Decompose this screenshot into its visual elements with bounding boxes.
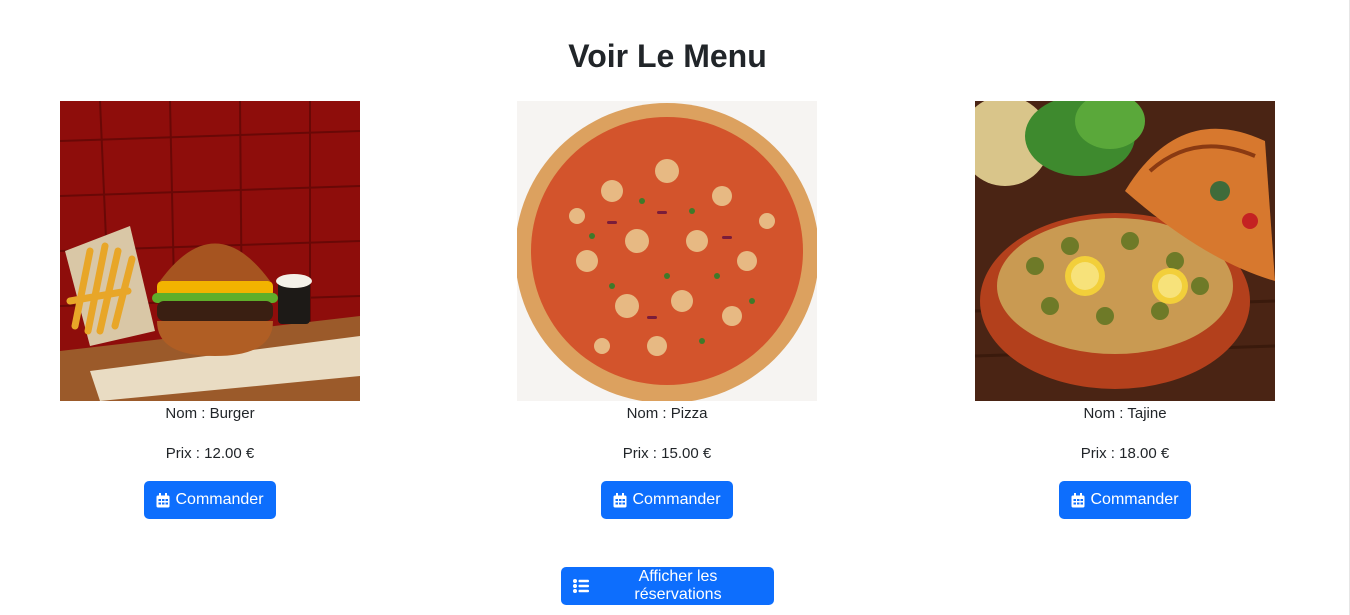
order-button-tajine[interactable]: Commander xyxy=(1059,481,1191,519)
calendar-icon xyxy=(613,492,627,508)
menu-card-burger: Nom : Burger Prix : 12.00 € Commander xyxy=(60,101,360,519)
dish-name: Nom : Tajine xyxy=(1083,405,1167,422)
order-button-label: Commander xyxy=(1090,491,1179,508)
dish-name: Nom : Burger xyxy=(165,405,255,422)
show-reservations-button[interactable]: Afficher les réservations xyxy=(561,567,774,605)
dish-price: Prix : 18.00 € xyxy=(1080,445,1170,462)
menu-card-tajine: Nom : Tajine Prix : 18.00 € Commander xyxy=(975,101,1275,519)
dish-price: Prix : 15.00 € xyxy=(622,445,712,462)
burger-image xyxy=(60,101,360,401)
calendar-icon xyxy=(156,492,170,508)
menu-card-pizza: Nom : Pizza Prix : 15.00 € Commander xyxy=(517,101,817,519)
order-button-label: Commander xyxy=(632,491,721,508)
dish-name: Nom : Pizza xyxy=(626,405,708,422)
list-icon xyxy=(573,579,589,593)
order-button-burger[interactable]: Commander xyxy=(144,481,276,519)
pizza-image xyxy=(517,101,817,401)
tajine-image xyxy=(975,101,1275,401)
dish-price: Prix : 12.00 € xyxy=(165,445,255,462)
order-button-pizza[interactable]: Commander xyxy=(601,481,733,519)
order-button-label: Commander xyxy=(175,491,264,508)
calendar-icon xyxy=(1071,492,1085,508)
page-title: Voir Le Menu xyxy=(568,38,767,74)
show-reservations-label: Afficher les réservations xyxy=(634,568,722,603)
